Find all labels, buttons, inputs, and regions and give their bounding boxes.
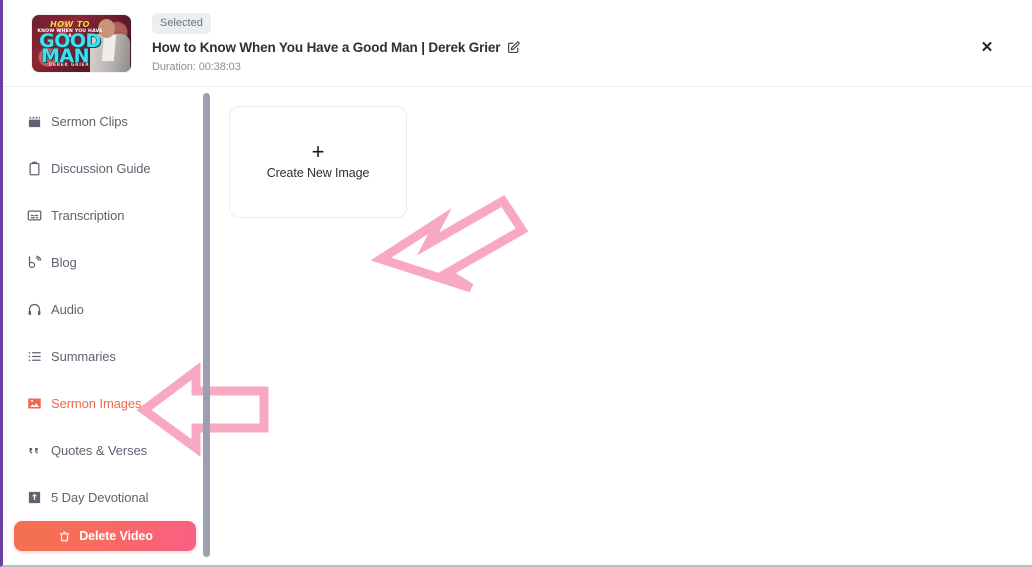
delete-video-button[interactable]: Delete Video [14,521,196,551]
sidebar-item-summaries[interactable]: Summaries [3,341,200,371]
sidebar-item-transcription[interactable]: Transcription [3,200,200,230]
video-duration: Duration: 00:38:03 [152,61,241,73]
sidebar-item-blog[interactable]: Blog [3,247,200,277]
sidebar-item-quotes-verses[interactable]: Quotes & Verses [3,435,200,465]
header-meta: Selected How to Know When You Have a Goo… [152,13,520,73]
list-icon [27,349,42,364]
plus-icon: + [311,139,325,164]
sidebar-item-discussion-guide[interactable]: Discussion Guide [3,153,200,183]
sidebar-item-label: Summaries [51,348,116,364]
edit-pencil-icon[interactable] [507,41,520,54]
bible-book-icon [27,490,42,505]
quote-icon [27,443,42,458]
sidebar-item-sermon-images[interactable]: Sermon Images [3,388,200,418]
status-badge: Selected [152,13,211,34]
clapperboard-icon [27,114,42,129]
main-content: + Create New Image [215,87,1032,565]
panel-header: HOW TO KNOW WHEN YOU HAVE A GOOD MAN DER… [3,0,1032,87]
thumbnail-text-line4: MAN [40,44,90,67]
trash-icon [57,529,71,543]
sidebar-item-label: Quotes & Verses [51,442,148,458]
video-detail-panel: HOW TO KNOW WHEN YOU HAVE A GOOD MAN DER… [0,0,1032,567]
delete-video-label: Delete Video [79,529,153,543]
title-row: How to Know When You Have a Good Man | D… [152,40,520,55]
sidebar-item-5-day-devotional[interactable]: 5 Day Devotional [3,482,200,512]
image-icon [27,396,42,411]
content-scrollbar[interactable] [203,93,210,557]
create-new-image-label: Create New Image [266,166,370,180]
sidebar-item-sermon-clips[interactable]: Sermon Clips [3,106,200,136]
headphones-icon [27,302,42,317]
video-thumbnail: HOW TO KNOW WHEN YOU HAVE A GOOD MAN DER… [32,14,131,72]
close-icon[interactable]: ✕ [978,38,996,56]
create-new-image-card[interactable]: + Create New Image [229,106,407,218]
sidebar-item-label: Discussion Guide [51,160,151,176]
clipboard-icon [27,161,42,176]
sidebar-item-label: Transcription [51,207,125,223]
broadcast-icon [27,255,42,270]
panel-body: Sermon Clips Discussion Guide Transcript… [3,87,1032,565]
thumbnail-text-line5: DEREK GRIER [48,62,90,68]
sidebar-item-label: Sermon Images [51,395,142,411]
captions-icon [27,208,42,223]
thumbnail-text-line1: HOW TO [50,19,90,29]
sidebar: Sermon Clips Discussion Guide Transcript… [3,87,200,565]
page-title: How to Know When You Have a Good Man | D… [152,40,501,55]
sidebar-item-audio[interactable]: Audio [3,294,200,324]
sidebar-item-label: Blog [51,254,77,270]
sidebar-item-label: Audio [51,301,84,317]
sidebar-item-label: Sermon Clips [51,113,128,129]
sidebar-item-label: 5 Day Devotional [51,489,149,505]
